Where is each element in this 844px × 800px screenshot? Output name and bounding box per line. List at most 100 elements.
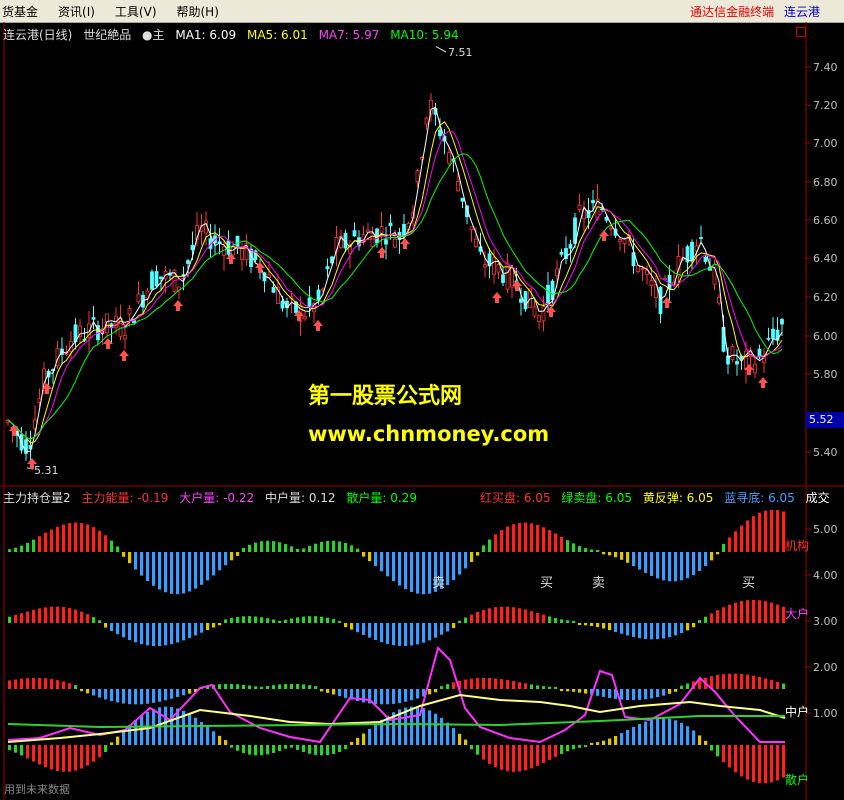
- big-volume-bar: [284, 619, 288, 623]
- institution-bar: [554, 533, 558, 552]
- retail-bar: [644, 721, 648, 745]
- mid-volume-bar: [86, 689, 90, 694]
- retail-bar: [428, 710, 432, 745]
- big-volume-bar: [590, 623, 594, 627]
- big-volume-bar: [20, 613, 24, 623]
- mid-volume-bar: [302, 684, 306, 689]
- buy-arrow-icon: [119, 350, 129, 361]
- institution-bar: [326, 541, 330, 552]
- mid-volume-bar: [104, 689, 108, 700]
- candle-body: [159, 276, 163, 279]
- main-energy: 主力能量: -0.19: [81, 491, 169, 505]
- retail-bar: [536, 745, 540, 766]
- candle-body: [447, 152, 451, 164]
- institution-bar: [224, 552, 228, 566]
- mid-volume-bar: [278, 684, 282, 689]
- big-volume-bar: [326, 617, 330, 623]
- institution-bar: [614, 552, 618, 558]
- retail-bar: [494, 745, 498, 768]
- big-volume-bar: [188, 623, 192, 638]
- mid-volume-bar: [320, 689, 324, 692]
- menu-info[interactable]: 资讯(I): [48, 3, 105, 20]
- big-volume-bar: [698, 620, 702, 623]
- mid-volume-bar: [410, 689, 414, 701]
- mid-volume-bar: [266, 685, 270, 689]
- mid-volume-bar: [548, 686, 552, 689]
- retail-bar: [746, 745, 750, 780]
- close-icon[interactable]: [796, 27, 806, 37]
- menu-fund[interactable]: 货基金: [0, 3, 48, 20]
- mid-volume-bar: [668, 689, 672, 694]
- candle-body: [541, 306, 546, 322]
- big-volume-bar: [392, 623, 396, 646]
- institution-bar: [482, 545, 486, 552]
- big-volume-bar: [446, 623, 450, 632]
- buy-arrow-icon: [400, 238, 410, 249]
- candle-body: [271, 287, 276, 293]
- mid-volume-bar: [152, 689, 156, 703]
- mid-volume-bar: [128, 689, 132, 705]
- big-volume-bar: [320, 616, 324, 623]
- app-name: 通达信金融终端: [690, 4, 775, 19]
- institution-bar: [476, 552, 480, 556]
- retail-bar: [590, 742, 594, 745]
- institution-bar: [680, 552, 684, 581]
- institution-bar: [20, 545, 24, 552]
- institution-bar: [590, 549, 594, 552]
- big-volume-bar: [620, 623, 624, 634]
- institution-bar: [632, 552, 636, 567]
- mid-volume-bar: [596, 689, 600, 696]
- candle-body: [307, 297, 312, 307]
- big-volume-bar: [344, 623, 348, 628]
- mid-volume-bar: [14, 679, 18, 689]
- mid-volume-bar: [392, 689, 396, 704]
- retail-bar: [482, 745, 486, 760]
- mid-volume-bar: [638, 689, 642, 700]
- institution-bar: [518, 522, 522, 552]
- mid-volume-bar: [236, 684, 240, 689]
- mid-volume-bar: [572, 689, 576, 692]
- candle-body: [780, 319, 784, 325]
- retail-bar: [206, 726, 210, 745]
- retail-bar: [8, 745, 12, 751]
- big-volume-bar: [206, 623, 210, 631]
- yellow-rebound: 黄反弹: 6.05: [642, 491, 714, 505]
- mid-volume-bar: [248, 685, 252, 689]
- retail-bar: [668, 718, 672, 745]
- retail-bar: [302, 745, 306, 753]
- retail-bar: [374, 724, 378, 745]
- institution-bar: [386, 552, 390, 577]
- retail-bar: [560, 745, 564, 754]
- mid-volume-bar: [758, 676, 762, 689]
- institution-bar: [410, 552, 414, 592]
- candle-body: [753, 363, 757, 374]
- ma7-value: MA7: 5.97: [318, 28, 380, 42]
- institution-bar: [44, 532, 48, 552]
- mid-volume-bar: [674, 689, 678, 692]
- big-volume-bar: [158, 623, 162, 646]
- big-volume-bar: [758, 600, 762, 623]
- menu-help[interactable]: 帮助(H): [167, 3, 229, 20]
- big-volume-bar: [656, 623, 660, 640]
- mid-volume-bar: [416, 689, 420, 699]
- big-volume-bar: [572, 620, 576, 623]
- retail-bar: [188, 713, 192, 745]
- indicator-name[interactable]: 主力持仓量2: [3, 491, 71, 505]
- big-volume-bar: [224, 619, 228, 623]
- retail-bar: [608, 738, 612, 745]
- institution-bar: [194, 552, 198, 589]
- institution-bar: [578, 546, 582, 552]
- big-volume-bar: [734, 602, 738, 623]
- big-volume-bar: [650, 623, 654, 640]
- mid-volume-bar: [752, 675, 756, 689]
- mid-volume-bar: [602, 689, 606, 697]
- menu-tools[interactable]: 工具(V): [105, 3, 167, 20]
- chart-canvas[interactable]: 7.40 7.20 7.00 6.80 6.60 6.40 6.20 6.00 5.80 5.40…: [0, 22, 844, 800]
- mid-volume-bar: [404, 689, 408, 702]
- institution-bar: [446, 552, 450, 585]
- retail-bar: [542, 745, 546, 764]
- big-volume-bar: [248, 616, 252, 623]
- big-volume-bar: [146, 623, 150, 646]
- mid-volume-bar: [728, 673, 732, 689]
- main-tag[interactable]: ●主: [142, 28, 164, 42]
